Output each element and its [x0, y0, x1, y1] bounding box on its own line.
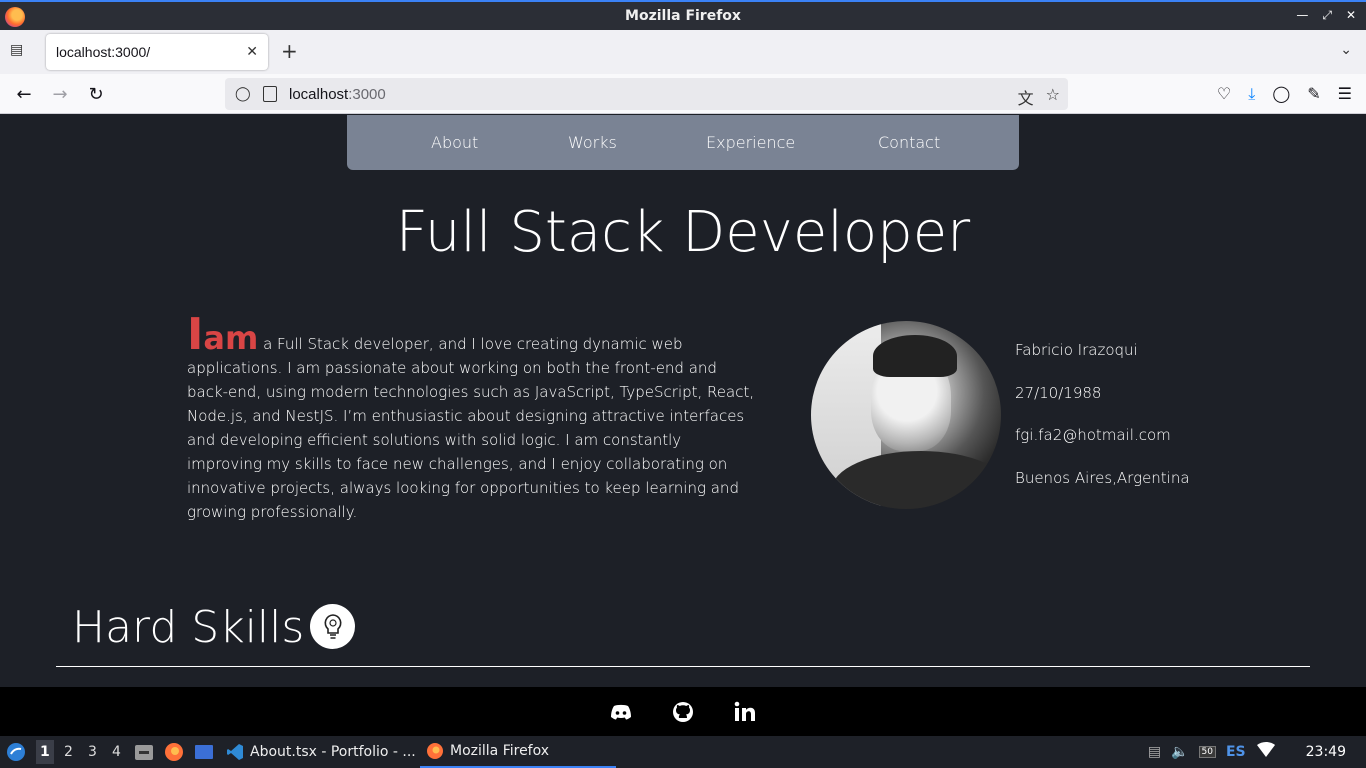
- bio-text: a Full Stack developer, and I love creat…: [187, 335, 755, 521]
- window-icon[interactable]: [194, 736, 214, 768]
- task-firefox[interactable]: Mozilla Firefox: [420, 736, 616, 768]
- tab-close-icon[interactable]: ✕: [246, 44, 258, 60]
- address-bar[interactable]: ◯ localhost:3000 文 ☆: [225, 78, 1068, 110]
- bio-highlight: Iam: [187, 309, 258, 360]
- system-tray: ▤ 🔈 50 ES 23:49: [1148, 736, 1366, 768]
- tab-strip: ▤ localhost:3000/ ✕ + ⌄: [0, 30, 1366, 74]
- shield-icon[interactable]: ◯: [235, 86, 251, 102]
- forward-arrow-icon[interactable]: →: [48, 82, 72, 106]
- url-port: :3000: [348, 85, 386, 103]
- discord-icon[interactable]: [608, 699, 634, 725]
- tab-list-icon[interactable]: ▤: [10, 42, 28, 60]
- info-location: Buenos Aires,Argentina: [1015, 469, 1190, 487]
- lightbulb-icon: [310, 604, 355, 649]
- keyboard-layout[interactable]: ES: [1226, 744, 1246, 760]
- tab-localhost[interactable]: localhost:3000/ ✕: [46, 34, 268, 70]
- bio-am: am: [203, 319, 259, 357]
- url-host: localhost: [289, 85, 349, 103]
- task-vscode-label: About.tsx - Portfolio - ...: [250, 744, 416, 760]
- page-info-icon[interactable]: [263, 86, 277, 102]
- nav-link-works[interactable]: Works: [568, 133, 617, 152]
- pocket-icon[interactable]: ♡: [1217, 84, 1231, 104]
- window-title: Mozilla Firefox: [625, 8, 741, 24]
- chevron-down-icon[interactable]: ⌄: [1340, 42, 1352, 58]
- site-navbar: About Works Experience Contact: [347, 115, 1019, 170]
- clock[interactable]: 23:49: [1306, 744, 1346, 760]
- section-divider: [56, 666, 1310, 667]
- site-footer: [0, 687, 1366, 736]
- clipboard-icon[interactable]: ▤: [1148, 744, 1161, 760]
- translate-icon[interactable]: 文: [1018, 85, 1034, 109]
- nav-link-contact[interactable]: Contact: [878, 133, 940, 152]
- bio-i: I: [187, 309, 204, 360]
- firefox-icon: [427, 743, 443, 759]
- workspace-4[interactable]: 4: [112, 744, 121, 760]
- close-icon[interactable]: ✕: [1346, 8, 1356, 23]
- info-email: fgi.fa2@hotmail.com: [1015, 426, 1171, 444]
- restore-icon[interactable]: ⤢: [1322, 8, 1332, 23]
- info-name: Fabricio Irazoqui: [1015, 341, 1138, 359]
- workspace-1[interactable]: 1: [36, 740, 54, 764]
- workspace-2[interactable]: 2: [64, 744, 73, 760]
- wifi-icon[interactable]: [1256, 742, 1276, 762]
- tab-title: localhost:3000/: [56, 44, 151, 60]
- navigation-toolbar: ← → ↻ ◯ localhost:3000 文 ☆ ♡ ⤓ ◯ ✎ ☰: [0, 74, 1366, 114]
- page-content: About Works Experience Contact Full Stac…: [0, 115, 1366, 687]
- task-vscode[interactable]: About.tsx - Portfolio - ...: [226, 736, 416, 768]
- nav-link-about[interactable]: About: [431, 133, 478, 152]
- section-title-hard-skills: Hard Skills: [72, 602, 305, 653]
- profile-photo: [811, 321, 1001, 509]
- account-icon[interactable]: ◯: [1272, 84, 1290, 104]
- extensions-icon[interactable]: ✎: [1307, 84, 1320, 104]
- workspace-3[interactable]: 3: [88, 744, 97, 760]
- minimize-icon[interactable]: —: [1296, 8, 1308, 23]
- vscode-icon: [227, 744, 243, 760]
- system-taskbar: 1 2 3 4 About.tsx - Portfolio - ... Mozi…: [0, 736, 1366, 768]
- download-icon[interactable]: ⤓: [1248, 84, 1255, 104]
- linkedin-icon[interactable]: [732, 699, 758, 725]
- bio-paragraph: Iam a Full Stack developer, and I love c…: [187, 313, 757, 524]
- new-tab-icon[interactable]: +: [281, 41, 298, 61]
- reload-icon[interactable]: ↻: [84, 82, 108, 106]
- nav-link-experience[interactable]: Experience: [706, 133, 795, 152]
- file-manager-icon[interactable]: [134, 736, 154, 768]
- bookmark-star-icon[interactable]: ☆: [1046, 85, 1060, 109]
- battery-indicator[interactable]: 50: [1198, 746, 1216, 758]
- window-titlebar: Mozilla Firefox — ⤢ ✕: [0, 0, 1366, 30]
- back-arrow-icon[interactable]: ←: [12, 82, 36, 106]
- app-launcher-icon[interactable]: [6, 736, 26, 768]
- firefox-logo-icon: [5, 7, 25, 27]
- volume-icon[interactable]: 🔈: [1171, 744, 1188, 760]
- menu-icon[interactable]: ☰: [1338, 84, 1352, 104]
- github-icon[interactable]: [670, 699, 696, 725]
- hero-title: Full Stack Developer: [395, 200, 971, 265]
- task-firefox-label: Mozilla Firefox: [450, 743, 550, 759]
- firefox-launcher-icon[interactable]: [164, 736, 184, 768]
- info-birthdate: 27/10/1988: [1015, 384, 1102, 402]
